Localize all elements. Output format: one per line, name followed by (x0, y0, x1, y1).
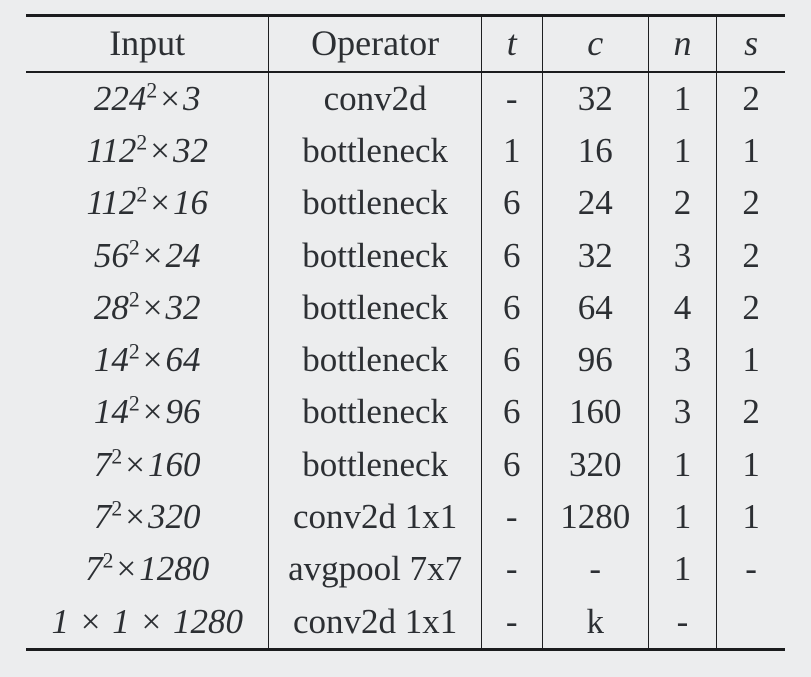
cell-operator: bottleneck (269, 334, 482, 386)
cell-n: 1 (648, 439, 716, 491)
cell-input: 1 × 1 × 1280 (26, 596, 269, 650)
cell-n: 1 (648, 543, 716, 595)
cell-operator: bottleneck (269, 177, 482, 229)
cell-operator: bottleneck (269, 386, 482, 438)
cell-n: 3 (648, 386, 716, 438)
table-row: 1 × 1 × 1280conv2d 1x1-k- (26, 596, 785, 650)
cell-c: 1280 (542, 491, 648, 543)
cell-c: 24 (542, 177, 648, 229)
architecture-table: Input Operator t c n s 2242×3conv2d-3212… (26, 14, 785, 651)
cell-input: 2242×3 (26, 72, 269, 125)
cell-t: 1 (481, 125, 542, 177)
cell-c: 96 (542, 334, 648, 386)
cell-n: 3 (648, 334, 716, 386)
cell-c: 64 (542, 282, 648, 334)
cell-t: 6 (481, 386, 542, 438)
table-row: 72×160bottleneck632011 (26, 439, 785, 491)
cell-s: 2 (717, 230, 785, 282)
cell-c: k (542, 596, 648, 650)
table-body: 2242×3conv2d-32121122×32bottleneck116111… (26, 72, 785, 650)
col-s: s (717, 16, 785, 72)
cell-t: 6 (481, 439, 542, 491)
cell-operator: conv2d (269, 72, 482, 125)
cell-s: 1 (717, 439, 785, 491)
col-input: Input (26, 16, 269, 72)
cell-t: 6 (481, 334, 542, 386)
cell-operator: bottleneck (269, 125, 482, 177)
cell-c: 32 (542, 72, 648, 125)
table-row: 562×24bottleneck63232 (26, 230, 785, 282)
cell-t: 6 (481, 282, 542, 334)
cell-t: 6 (481, 230, 542, 282)
table-row: 142×64bottleneck69631 (26, 334, 785, 386)
cell-n: 1 (648, 125, 716, 177)
cell-n: 1 (648, 491, 716, 543)
cell-n: 3 (648, 230, 716, 282)
cell-c: 320 (542, 439, 648, 491)
cell-n: 1 (648, 72, 716, 125)
table-row: 142×96bottleneck616032 (26, 386, 785, 438)
cell-input: 562×24 (26, 230, 269, 282)
cell-n: 4 (648, 282, 716, 334)
cell-c: 16 (542, 125, 648, 177)
cell-operator: bottleneck (269, 282, 482, 334)
cell-input: 72×320 (26, 491, 269, 543)
cell-s: 1 (717, 125, 785, 177)
cell-n: - (648, 596, 716, 650)
cell-input: 72×1280 (26, 543, 269, 595)
cell-s: 1 (717, 491, 785, 543)
cell-operator: avgpool 7x7 (269, 543, 482, 595)
cell-s (717, 596, 785, 650)
cell-operator: conv2d 1x1 (269, 596, 482, 650)
cell-operator: bottleneck (269, 230, 482, 282)
cell-input: 1122×32 (26, 125, 269, 177)
cell-input: 1122×16 (26, 177, 269, 229)
cell-t: - (481, 543, 542, 595)
table-header-row: Input Operator t c n s (26, 16, 785, 72)
cell-c: 160 (542, 386, 648, 438)
col-operator: Operator (269, 16, 482, 72)
cell-s: 2 (717, 177, 785, 229)
table-row: 2242×3conv2d-3212 (26, 72, 785, 125)
cell-operator: conv2d 1x1 (269, 491, 482, 543)
cell-t: 6 (481, 177, 542, 229)
cell-t: - (481, 72, 542, 125)
cell-input: 142×96 (26, 386, 269, 438)
table-row: 72×320conv2d 1x1-128011 (26, 491, 785, 543)
table-row: 72×1280avgpool 7x7--1- (26, 543, 785, 595)
cell-input: 72×160 (26, 439, 269, 491)
cell-s: 2 (717, 282, 785, 334)
col-n: n (648, 16, 716, 72)
cell-n: 2 (648, 177, 716, 229)
table-row: 282×32bottleneck66442 (26, 282, 785, 334)
cell-input: 142×64 (26, 334, 269, 386)
cell-operator: bottleneck (269, 439, 482, 491)
cell-s: - (717, 543, 785, 595)
col-t: t (481, 16, 542, 72)
cell-s: 2 (717, 72, 785, 125)
col-c: c (542, 16, 648, 72)
table-container: Input Operator t c n s 2242×3conv2d-3212… (0, 0, 811, 677)
table-row: 1122×16bottleneck62422 (26, 177, 785, 229)
cell-s: 1 (717, 334, 785, 386)
cell-c: - (542, 543, 648, 595)
cell-input: 282×32 (26, 282, 269, 334)
cell-c: 32 (542, 230, 648, 282)
table-row: 1122×32bottleneck11611 (26, 125, 785, 177)
cell-t: - (481, 596, 542, 650)
cell-t: - (481, 491, 542, 543)
cell-s: 2 (717, 386, 785, 438)
